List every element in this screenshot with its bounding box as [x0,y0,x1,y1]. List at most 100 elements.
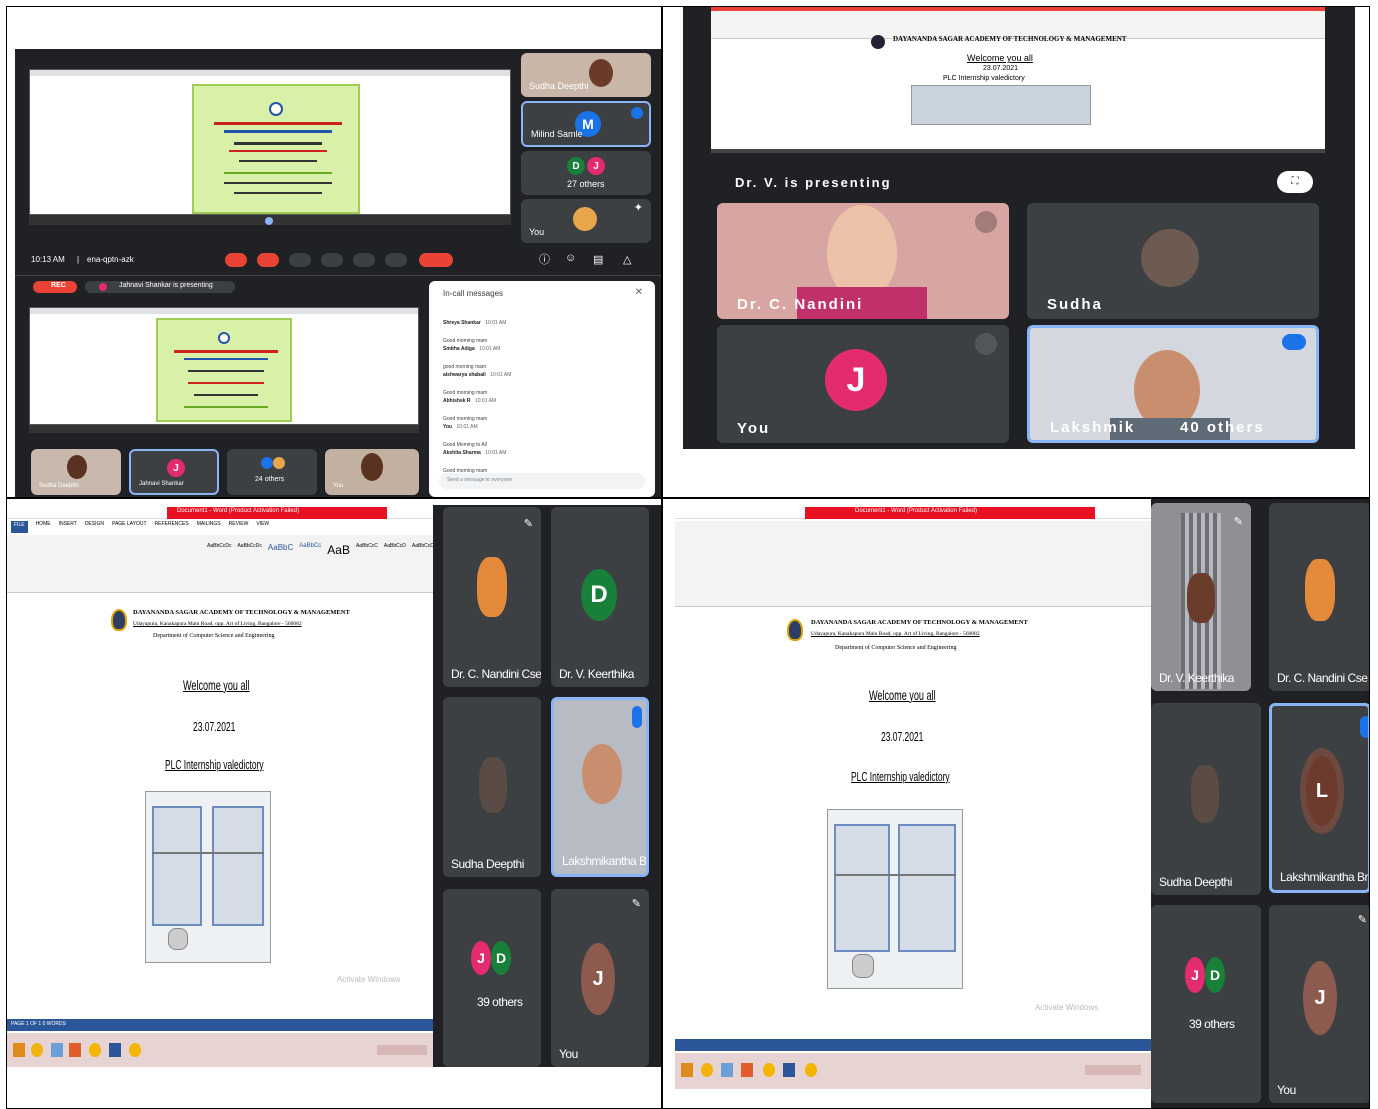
avatar-j: J [587,157,605,175]
participant-tile[interactable]: Sudha Deepthi [31,449,121,495]
participant-tile-top[interactable]: Sudha Deepthi [521,53,651,97]
shared-word-doc: DAYANANDA SAGAR ACADEMY OF TECHNOLOGY & … [711,7,1325,149]
clock: 10:13 AM [31,255,65,264]
ribbon: AaBbCcDc AaBbCcDc AaBbC AaBbCc AaB AaBbC… [7,535,434,593]
taskbar [7,1033,433,1067]
college-logo [787,619,803,641]
more-button[interactable] [385,253,407,267]
participant-tile-active[interactable]: J Jahnavi Shankar [129,449,219,495]
chat-message: Abhishek R 10:01 AM Good morning mam [443,398,497,422]
chat-panel: In-call messages ✕ Shreya Shankar 10:01 … [429,281,655,497]
ie-icon[interactable] [701,1063,713,1077]
people-icon[interactable]: ☺ [565,253,576,264]
certificate [192,84,360,214]
plc-trainer-image [827,809,963,989]
ribbon [675,521,1151,607]
media-icon[interactable] [69,1043,81,1057]
explorer-icon[interactable] [51,1043,63,1057]
raise-hand-button[interactable] [321,253,343,267]
participant-tile-active[interactable]: Lakshmik 40 others [1027,325,1319,443]
participant-tile[interactable]: D Dr. V. Keerthika [551,507,649,687]
styles-gallery[interactable]: AaBbCcDc AaBbCcDc AaBbC AaBbCc AaB AaBbC… [207,543,434,557]
avatar-j: J [581,943,615,1015]
meet-window: DAYANANDA SAGAR ACADEMY OF TECHNOLOGY & … [683,7,1355,449]
you-tile[interactable]: J ✎ You [551,889,649,1067]
plc-trainer-image [145,791,271,963]
avatar-j: J [167,459,185,477]
chrome-icon-2[interactable] [805,1063,817,1077]
participant-tile[interactable]: Sudha Deepthi [1151,703,1261,895]
windows-start-icon[interactable] [13,1043,25,1057]
info-icon[interactable]: ⓘ [539,255,550,266]
fullscreen-button[interactable]: ⛶ [1277,171,1313,193]
chrome-icon[interactable] [89,1043,101,1057]
chrome-icon[interactable] [763,1063,775,1077]
participant-tile[interactable]: ✎ Dr. V. Keerthika [1151,503,1251,691]
others-tile[interactable]: D J 27 others [521,151,651,195]
word-icon[interactable] [109,1043,121,1057]
ie-icon[interactable] [31,1043,43,1057]
meet-side-grid: ✎ Dr. V. Keerthika Dr. C. Nandini Cse Su… [1151,499,1369,1108]
chat-input[interactable]: Send a message to everyone [439,473,645,489]
camera-button[interactable] [257,253,279,267]
others-tile[interactable]: 24 others [227,449,317,495]
taskbar [675,1053,1151,1089]
you-tile[interactable]: You ✦ [521,199,651,243]
status-bar: PAGE 1 OF 1 0 WORDS [7,1019,433,1031]
doc-welcome: Welcome you all [967,53,1033,63]
media-icon[interactable] [741,1063,753,1077]
participant-tile[interactable]: Dr. C. Nandini [717,203,1009,319]
chat-message: aishwarya shabali 10:01 AM Good morning … [443,372,512,396]
participant-tile[interactable]: Dr. C. Nandini Cse [1269,503,1369,691]
you-tile[interactable]: You [325,449,419,495]
participant-name: Milind Samle [531,129,583,139]
participant-name: Sudha Deepthi [529,81,589,91]
screenshot-bottom-right: Document1 - Word (Product Activation Fai… [662,498,1370,1109]
tab-view[interactable]: VIEW [256,521,269,533]
tab-insert[interactable]: INSERT [59,521,77,533]
system-tray [1085,1065,1141,1075]
title-bar: Document1 - Word (Product Activation Fai… [855,508,977,514]
plc-image [911,85,1091,125]
participant-tile[interactable]: Sudha Deepthi [443,697,541,877]
certificate-2 [156,318,292,422]
tab-references[interactable]: REFERENCES [155,521,189,533]
doc-line2: Udayapura, Kanakapura Main Road, opp. Ar… [811,631,980,637]
captions-button[interactable] [289,253,311,267]
chat-message: You 10:01 AM Good Morning to All [443,424,487,448]
doc-sub: PLC Internship valedictory [943,75,1025,82]
mic-off-icon: ✎ [631,898,641,910]
word-window: Document1 - Word (Product Activation Fai… [7,505,434,1067]
close-icon[interactable]: ✕ [635,288,643,298]
avatar-d: D [491,941,511,975]
tab-review[interactable]: REVIEW [229,521,249,533]
tab-design[interactable]: DESIGN [85,521,104,533]
participant-tile[interactable]: Sudha [1027,203,1319,319]
explorer-icon[interactable] [721,1063,733,1077]
chat-icon[interactable]: ▤ [593,255,603,266]
participant-tile-active[interactable]: L Lakshmikantha Br [1269,703,1369,893]
mic-off-icon [975,211,997,233]
participant-tile-active[interactable]: Lakshmikantha Br [551,697,649,877]
windows-start-icon[interactable] [681,1063,693,1077]
chrome-icon-2[interactable] [129,1043,141,1057]
tab-page-layout[interactable]: PAGE LAYOUT [112,521,147,533]
others-tile[interactable]: J D 39 others [1151,905,1261,1103]
tab-file[interactable]: FILE [11,521,28,533]
leave-call-button[interactable] [419,253,453,267]
participant-tile-active[interactable]: M Milind Samle [521,101,651,147]
participant-tile[interactable]: ✎ Dr. C. Nandini Cse [443,507,541,687]
activate-watermark: Activate Windows [337,975,401,984]
mic-button[interactable] [225,253,247,267]
doc-sub: PLC Internship valedictory [165,757,264,772]
word-window: Document1 - Word (Product Activation Fai… [675,505,1151,1089]
you-tile[interactable]: J ✎ You [1269,905,1369,1103]
tab-home[interactable]: HOME [36,521,51,533]
you-tile[interactable]: J You [717,325,1009,443]
speaking-icon [632,706,642,728]
activities-icon[interactable]: △ [623,255,631,266]
others-tile[interactable]: J D 39 others [443,889,541,1067]
present-button[interactable] [353,253,375,267]
word-icon[interactable] [783,1063,795,1077]
tab-mailings[interactable]: MAILINGS [197,521,221,533]
